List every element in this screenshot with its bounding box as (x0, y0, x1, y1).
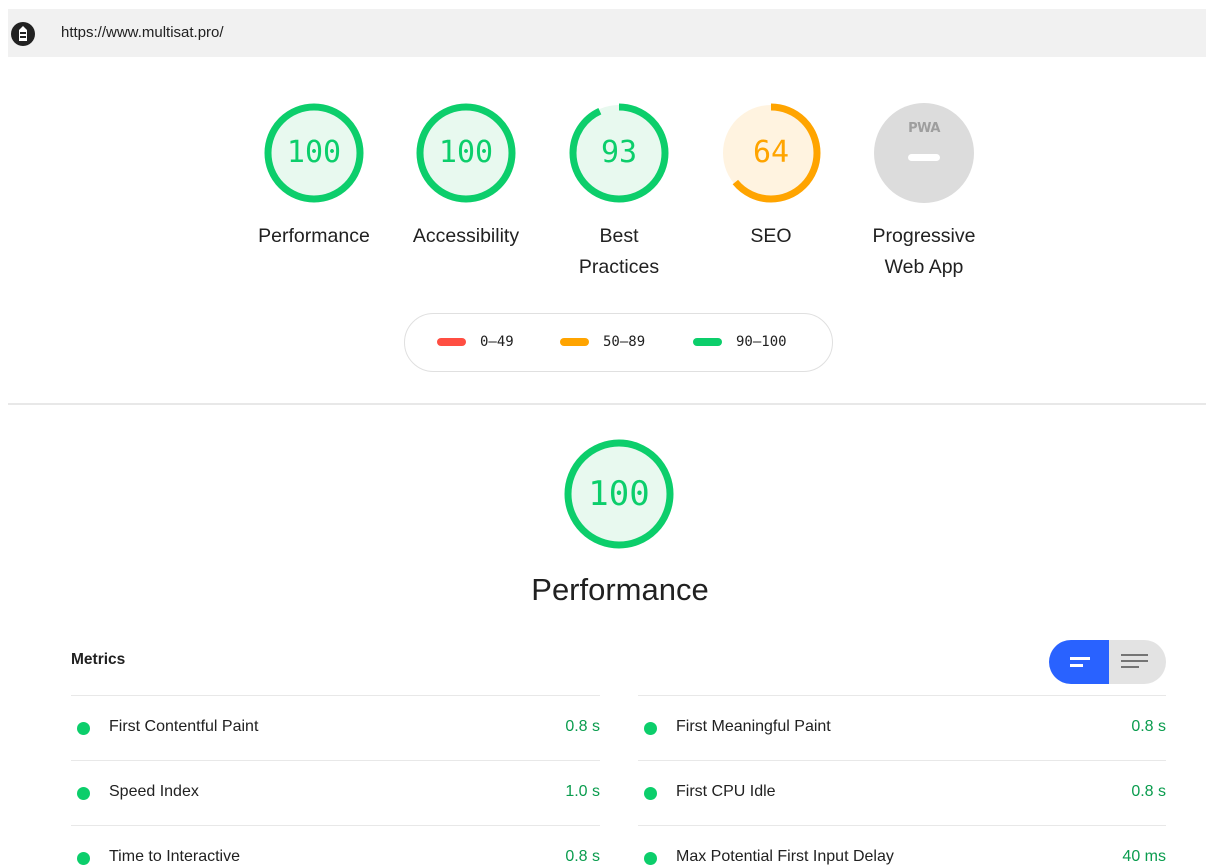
metric-value: 40 ms (1122, 848, 1166, 865)
performance-title: Performance (531, 572, 709, 607)
gauge-best-practices[interactable]: 93 Best Practices (567, 101, 671, 278)
legend-swatch (437, 338, 466, 346)
pass-dot-icon (644, 787, 657, 800)
compact-view-button[interactable] (1049, 640, 1109, 684)
metric-name: Time to Interactive (109, 848, 241, 865)
metric-row: First CPU Idle 0.8 s (638, 760, 1166, 825)
gauge-score: 100 (286, 135, 342, 170)
gauge-label: Best Practices (578, 225, 660, 278)
performance-gauge: 100 (562, 437, 676, 551)
pass-dot-icon (644, 852, 657, 865)
legend-range: 50–89 (603, 334, 646, 350)
compact-view-icon (1070, 657, 1090, 667)
expanded-view-icon (1121, 654, 1148, 668)
metric-value: 1.0 s (565, 783, 600, 800)
metric-row: First Meaningful Paint 0.8 s (638, 695, 1166, 760)
lighthouse-site-icon (11, 22, 35, 46)
gauge-score: 93 (600, 135, 638, 170)
legend-item-average: 50–89 (560, 334, 645, 350)
metric-value: 0.8 s (565, 848, 600, 865)
pass-dot-icon (77, 722, 90, 735)
pwa-badge-icon (874, 103, 974, 203)
metric-name: First CPU Idle (676, 783, 776, 800)
legend-item-pass: 90–100 (693, 334, 787, 350)
gauge-pwa[interactable]: PWA Progressive Web App (872, 101, 976, 278)
metrics-column-right: First Meaningful Paint 0.8 s First CPU I… (638, 695, 1166, 866)
expanded-view-button[interactable] (1109, 640, 1166, 684)
performance-score: 100 (588, 474, 650, 514)
metrics-heading: Metrics (71, 651, 126, 668)
gauge-label: Accessibility (412, 225, 520, 247)
gauge-seo[interactable]: 64 SEO (719, 101, 823, 247)
metric-value: 0.8 s (565, 718, 600, 735)
metric-name: First Meaningful Paint (676, 718, 831, 735)
gauge-label: Performance (258, 225, 370, 247)
gauge-accessibility[interactable]: 100 Accessibility (413, 101, 519, 247)
gauge-label: SEO (750, 225, 792, 247)
metric-row: Speed Index 1.0 s (71, 760, 600, 825)
pwa-badge-text: PWA (908, 121, 940, 136)
page-url[interactable]: https://www.multisat.pro/ (61, 24, 224, 41)
score-legend: 0–49 50–89 90–100 (404, 313, 833, 372)
gauge-score: 100 (438, 135, 494, 170)
metric-value: 0.8 s (1131, 718, 1166, 735)
metrics-view-toggle[interactable] (1049, 640, 1166, 684)
url-bar: https://www.multisat.pro/ (8, 9, 1206, 57)
legend-range: 0–49 (480, 334, 514, 350)
gauge-score: 64 (752, 135, 790, 170)
metric-row: Max Potential First Input Delay 40 ms (638, 825, 1166, 866)
pass-dot-icon (644, 722, 657, 735)
legend-swatch (560, 338, 589, 346)
metric-name: Speed Index (109, 783, 199, 800)
gauge-label: Progressive Web App (872, 225, 976, 278)
metrics-column-left: First Contentful Paint 0.8 s Speed Index… (71, 695, 600, 866)
metric-name: First Contentful Paint (109, 718, 259, 735)
pass-dot-icon (77, 787, 90, 800)
legend-item-fail: 0–49 (437, 334, 514, 350)
metric-row: First Contentful Paint 0.8 s (71, 695, 600, 760)
legend-swatch (693, 338, 722, 346)
pass-dot-icon (77, 852, 90, 865)
metric-value: 0.8 s (1131, 783, 1166, 800)
metric-row: Time to Interactive 0.8 s (71, 825, 600, 866)
metric-name: Max Potential First Input Delay (676, 848, 894, 865)
legend-range: 90–100 (736, 334, 787, 350)
section-divider (8, 403, 1206, 405)
gauge-performance[interactable]: 100 Performance (258, 101, 370, 247)
